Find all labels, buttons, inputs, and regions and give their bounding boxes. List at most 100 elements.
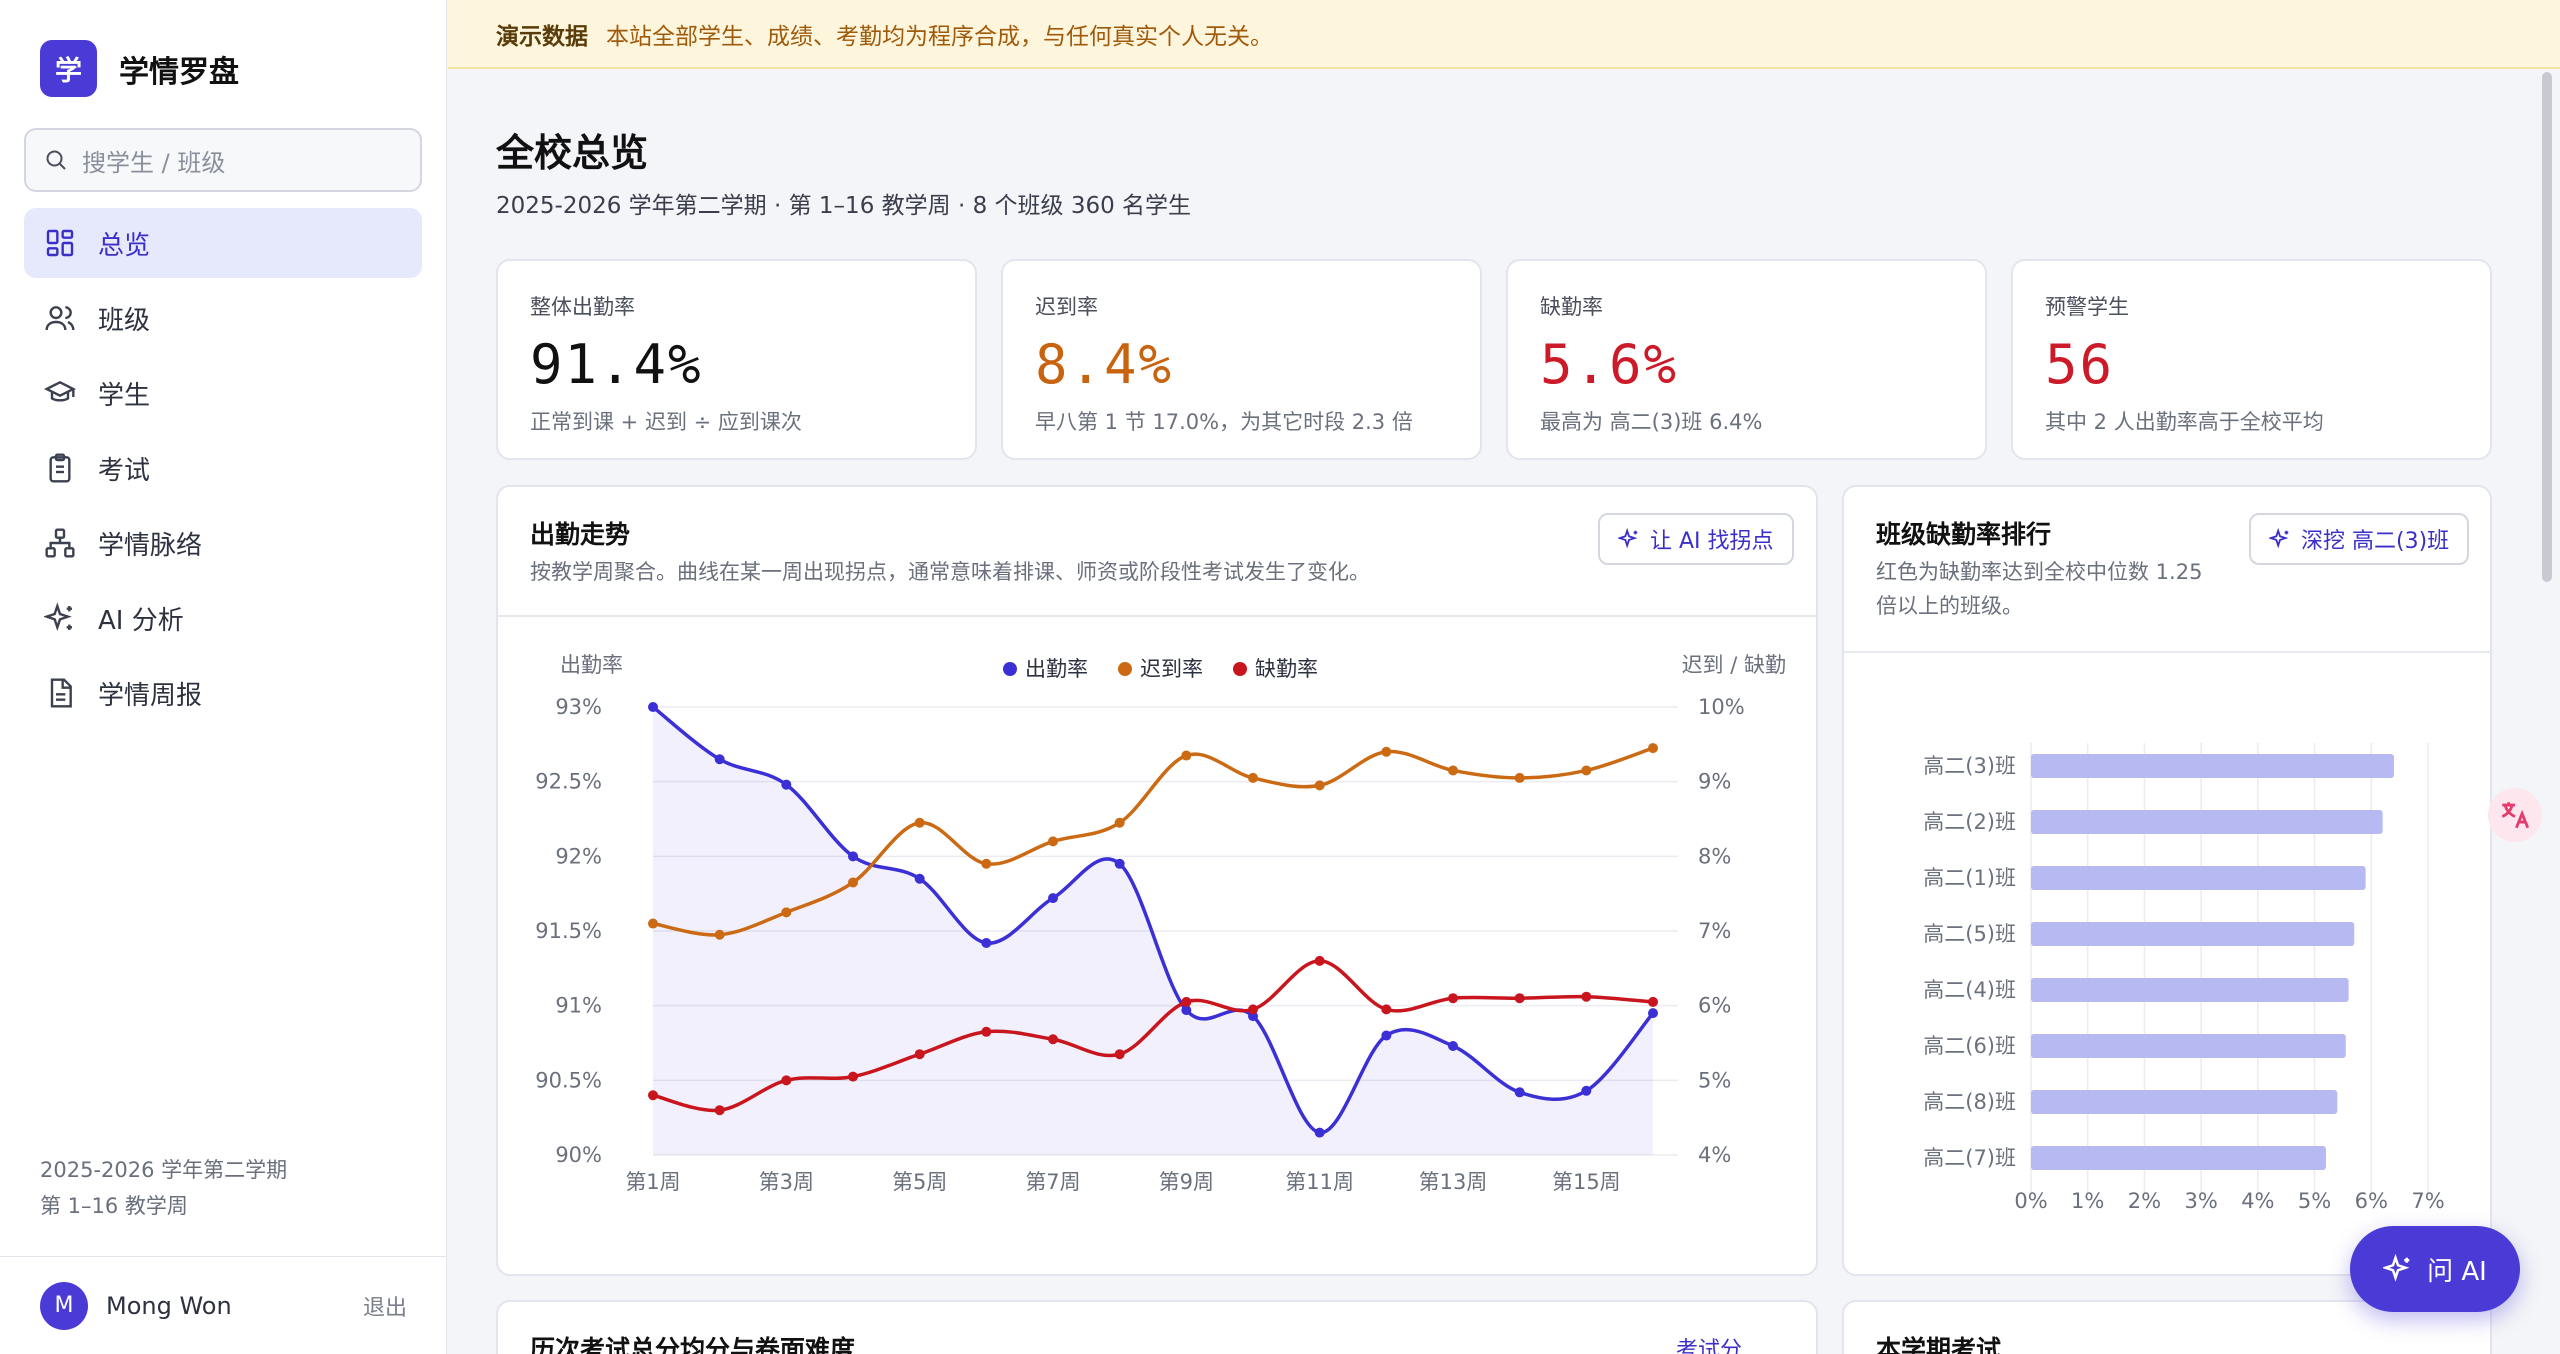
sidebar-item-label: 班级	[98, 305, 151, 336]
card-title: 出勤走势	[530, 520, 631, 549]
data-point	[1448, 1040, 1458, 1051]
scrollbar[interactable]	[2542, 72, 2552, 582]
document-icon	[44, 677, 76, 709]
translate-icon[interactable]	[2488, 788, 2542, 842]
brand[interactable]: 学 学情罗盘	[40, 40, 239, 97]
graduation-cap-icon	[44, 377, 76, 409]
page-title: 全校总览	[496, 131, 649, 175]
category-label: 高二(6)班	[1923, 1034, 2016, 1058]
data-point	[1381, 1030, 1392, 1041]
kpi-label: 迟到率	[1035, 295, 1098, 319]
x-tick-label: 1%	[2071, 1189, 2104, 1213]
term-weeks: 第 1–16 教学周	[40, 1194, 188, 1218]
category-label: 高二(5)班	[1923, 922, 2016, 946]
drill-class-button[interactable]: 深挖 高二(3)班	[2249, 513, 2470, 565]
clipboard-icon	[44, 452, 76, 484]
kpi-card-absence: 缺勤率 5.6% 最高为 高二(3)班 6.4%	[1506, 259, 1987, 460]
x-tick-label: 第5周	[892, 1170, 947, 1194]
sidebar-item-weekly-report[interactable]: 学情周报	[24, 658, 422, 728]
page-subtitle: 2025-2026 学年第二学期 · 第 1–16 教学周 · 8 个班级 36…	[496, 193, 1192, 219]
bar	[2031, 1146, 2326, 1170]
bar	[2031, 978, 2349, 1002]
user-panel: M Mong Won 退出	[0, 1256, 447, 1354]
data-point	[1048, 893, 1058, 904]
x-tick-label: 第7周	[1025, 1170, 1080, 1194]
y-right-tick-label: 10%	[1698, 695, 1745, 719]
sidebar-item-ai-analysis[interactable]: AI 分析	[24, 583, 422, 653]
kpi-note: 最高为 高二(3)班 6.4%	[1540, 410, 1763, 434]
data-point	[1648, 1008, 1658, 1019]
data-point	[1581, 765, 1592, 776]
bar	[2031, 1034, 2346, 1058]
brand-logo: 学	[40, 40, 97, 97]
x-tick-label: 第13周	[1419, 1170, 1488, 1194]
ask-ai-button[interactable]: 问 AI	[2350, 1226, 2520, 1312]
x-tick-label: 5%	[2298, 1189, 2331, 1213]
data-point	[1248, 772, 1258, 783]
sparkles-icon	[2383, 1254, 2413, 1284]
sidebar-item-label: 总览	[98, 230, 151, 261]
data-point	[914, 1049, 925, 1060]
y-right-tick-label: 4%	[1698, 1143, 1731, 1167]
sidebar-item-context[interactable]: 学情脉络	[24, 508, 422, 578]
x-tick-label: 2%	[2128, 1189, 2161, 1213]
brand-name: 学情罗盘	[119, 54, 239, 90]
exam-score-card: 历次考试总分均分与卷面难度 考试分	[496, 1300, 1818, 1354]
data-point	[1048, 1034, 1058, 1045]
bar	[2031, 1090, 2338, 1114]
x-tick-label: 第9周	[1159, 1170, 1214, 1194]
sidebar-nav: 总览 班级 学生 考试 学情脉络 AI 分析 学情周报	[24, 208, 422, 733]
bar	[2031, 754, 2394, 778]
data-point	[1381, 746, 1392, 757]
logout-link[interactable]: 退出	[363, 1290, 407, 1322]
data-point	[1381, 1004, 1392, 1015]
exam-score-link[interactable]: 考试分	[1676, 1332, 1742, 1354]
category-label: 高二(1)班	[1923, 866, 2016, 890]
legend-marker	[1118, 662, 1132, 676]
demo-banner: 演示数据 本站全部学生、成绩、考勤均为程序合成，与任何真实个人无关。	[448, 0, 2560, 69]
data-point	[1048, 836, 1058, 847]
card-description: 红色为缺勤率达到全校中位数 1.25 倍以上的班级。	[1876, 555, 2202, 623]
data-point	[781, 1075, 792, 1086]
data-point	[1514, 772, 1525, 783]
find-turning-point-button[interactable]: 让 AI 找拐点	[1598, 513, 1794, 565]
kpi-card-late: 迟到率 8.4% 早八第 1 节 17.0%，为其它时段 2.3 倍	[1001, 259, 1482, 460]
kpi-note: 早八第 1 节 17.0%，为其它时段 2.3 倍	[1035, 410, 1413, 434]
term-year: 2025-2026 学年第二学期	[40, 1158, 288, 1182]
category-label: 高二(4)班	[1923, 978, 2016, 1002]
sidebar-item-classes[interactable]: 班级	[24, 283, 422, 353]
x-tick-label: 0%	[2014, 1189, 2047, 1213]
kpi-card-warning: 预警学生 56 其中 2 人出勤率高于全校平均	[2011, 259, 2492, 460]
card-description-line: 红色为缺勤率达到全校中位数 1.25	[1876, 560, 2203, 584]
data-point	[1314, 1127, 1325, 1138]
legend-label: 出勤率	[1025, 657, 1088, 681]
search-icon	[44, 148, 68, 172]
users-icon	[44, 302, 76, 334]
data-point	[848, 877, 858, 888]
data-point	[1648, 996, 1658, 1007]
legend-marker	[1233, 662, 1247, 676]
network-icon	[44, 527, 76, 559]
kpi-label: 预警学生	[2045, 295, 2129, 319]
data-point	[714, 1105, 725, 1116]
x-tick-label: 第1周	[625, 1170, 680, 1194]
data-point	[1314, 955, 1325, 966]
sidebar-item-overview[interactable]: 总览	[24, 208, 422, 278]
data-point	[1448, 765, 1458, 776]
avatar[interactable]: M	[40, 1281, 88, 1330]
sidebar-item-students[interactable]: 学生	[24, 358, 422, 428]
sidebar-item-label: AI 分析	[98, 605, 184, 636]
data-point	[1181, 996, 1192, 1007]
sidebar-item-exams[interactable]: 考试	[24, 433, 422, 503]
data-point	[1181, 750, 1192, 761]
data-point	[1448, 993, 1458, 1004]
y-left-axis-label: 出勤率	[560, 653, 623, 677]
attendance-line-chart: 90% 90.5% 91% 91.5% 92% 92.5% 93% 4% 5% 6% 7% 8% 9% 1…	[535, 653, 1786, 1194]
kpi-label: 整体出勤率	[530, 295, 635, 319]
y-left-tick-label: 90%	[555, 1143, 602, 1167]
x-tick-label: 第11周	[1285, 1170, 1354, 1194]
data-point	[1314, 780, 1325, 791]
y-left-tick-label: 91.5%	[535, 919, 602, 943]
sidebar-item-label: 学情脉络	[98, 530, 203, 561]
search-input[interactable]: 搜学生 / 班级	[24, 128, 422, 192]
